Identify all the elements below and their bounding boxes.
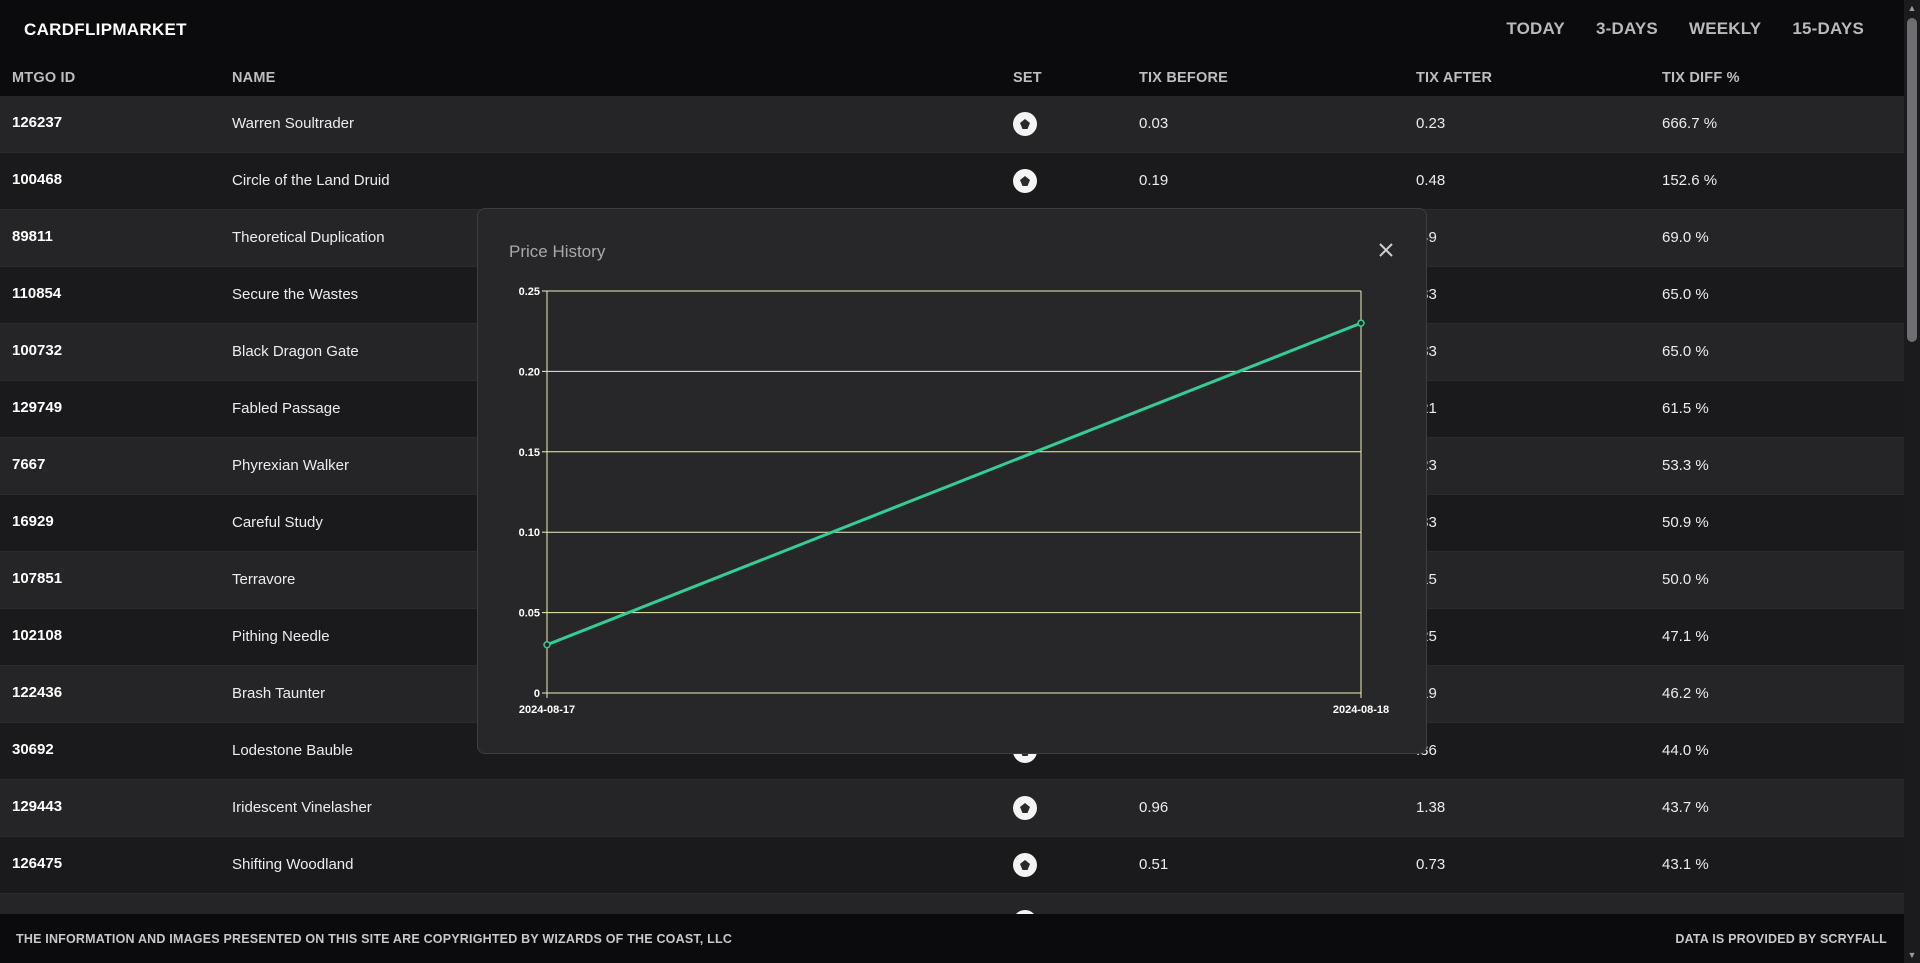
cell-mtgo-id: 102108	[12, 627, 63, 644]
cell-card-name[interactable]: Warren Soultrader	[232, 115, 354, 132]
column-header-name[interactable]: NAME	[232, 70, 276, 86]
cell-card-name[interactable]: Theoretical Duplication	[232, 229, 385, 246]
set-symbol-icon	[1013, 853, 1037, 877]
nav-weekly[interactable]: WEEKLY	[1689, 19, 1761, 39]
cell-card-name[interactable]: Fabled Passage	[232, 400, 340, 417]
cell-mtgo-id: 16929	[12, 513, 54, 530]
cell-mtgo-id: 7667	[12, 456, 46, 473]
nav-3-days[interactable]: 3-DAYS	[1596, 19, 1658, 39]
cell-tix-diff: 43.7 %	[1662, 799, 1709, 816]
cell-mtgo-id: 129749	[12, 399, 63, 416]
cell-tix-diff: 50.0 %	[1662, 571, 1709, 588]
cell-card-name[interactable]: Shifting Woodland	[232, 856, 353, 873]
y-tick-label: 0	[534, 688, 540, 700]
cell-tix-after: 1.38	[1416, 799, 1446, 816]
cell-mtgo-id: 126237	[12, 114, 63, 131]
y-tick-label: 0.15	[519, 447, 540, 459]
table-header: MTGO ID NAME SET TIX BEFORE TIX AFTER TI…	[0, 58, 1904, 96]
cell-tix-after: 0.48	[1416, 172, 1446, 189]
cell-tix-before: 0.19	[1139, 172, 1169, 189]
column-header-tix-diff[interactable]: TIX DIFF %	[1662, 70, 1740, 86]
column-header-mtgo-id[interactable]: MTGO ID	[12, 70, 75, 86]
copyright-notice: THE INFORMATION AND IMAGES PRESENTED ON …	[16, 932, 733, 946]
cell-mtgo-id: 89811	[12, 228, 53, 245]
nav-15-days[interactable]: 15-DAYS	[1792, 19, 1864, 39]
table-row[interactable]: 126237 Warren Soultrader 0.03 0.23 666.7 %	[0, 96, 1904, 153]
cell-mtgo-id: 126475	[12, 855, 63, 872]
cell-tix-diff: 53.3 %	[1662, 457, 1709, 474]
cell-tix-diff: 666.7 %	[1662, 115, 1718, 132]
data-point	[1357, 319, 1365, 327]
scrollbar-thumb[interactable]	[1907, 18, 1917, 342]
cell-tix-diff: 69.0 %	[1662, 229, 1709, 246]
cell-mtgo-id: 129443	[12, 798, 63, 815]
cell-card-name[interactable]: Brash Taunter	[232, 685, 325, 702]
period-nav: TODAY 3-DAYS WEEKLY 15-DAYS	[1506, 19, 1864, 39]
scroll-up-arrow-icon[interactable]: ▲	[1904, 0, 1920, 16]
cell-tix-after: 0.23	[1416, 115, 1446, 132]
cell-tix-diff: 65.0 %	[1662, 343, 1709, 360]
cell-mtgo-id: 110854	[12, 285, 62, 302]
data-source-notice: DATA IS PROVIDED BY SCRYFALL	[1675, 932, 1887, 946]
cell-tix-diff: 50.9 %	[1662, 514, 1709, 531]
cell-mtgo-id: 30692	[12, 741, 54, 758]
nav-today[interactable]: TODAY	[1506, 19, 1565, 39]
cell-card-name[interactable]: Iridescent Vinelasher	[232, 799, 372, 816]
page: CARDFLIPMARKET TODAY 3-DAYS WEEKLY 15-DA…	[0, 0, 1920, 963]
cell-card-name[interactable]: Careful Study	[232, 514, 323, 531]
cell-tix-diff: 43.1 %	[1662, 856, 1709, 873]
x-tick-label: 2024-08-17	[519, 704, 575, 716]
cell-mtgo-id: 107851	[12, 570, 63, 587]
cell-tix-before: 0.51	[1139, 856, 1169, 873]
cell-card-name[interactable]: Secure the Wastes	[232, 286, 358, 303]
cell-card-name[interactable]: Phyrexian Walker	[232, 457, 349, 474]
data-point	[543, 641, 551, 649]
table-row[interactable]: 100468 Circle of the Land Druid 0.19 0.48 15…	[0, 153, 1904, 210]
cell-tix-diff: 47.1 %	[1662, 628, 1709, 645]
y-tick-label: 0.10	[519, 527, 540, 539]
cell-tix-diff: 65.0 %	[1662, 286, 1709, 303]
set-symbol-icon	[1013, 112, 1037, 136]
cell-card-name[interactable]: Terravore	[232, 571, 295, 588]
cell-tix-before: 0.96	[1139, 799, 1169, 816]
cell-tix-after: 0.73	[1416, 856, 1446, 873]
x-tick-label: 2024-08-18	[1333, 704, 1389, 716]
cell-mtgo-id: 100468	[12, 171, 63, 188]
cell-tix-diff: 44.0 %	[1662, 742, 1709, 759]
column-header-set[interactable]: SET	[1013, 70, 1042, 86]
cell-tix-diff: 61.5 %	[1662, 400, 1709, 417]
cell-card-name[interactable]: Lodestone Bauble	[232, 742, 353, 759]
set-symbol-icon	[1013, 796, 1037, 820]
table-row[interactable]: 126475 Shifting Woodland 0.51 0.73 43.1 %	[0, 837, 1904, 894]
cell-mtgo-id: 100732	[12, 342, 63, 359]
price-history-chart: 0 0.05 0.10 0.15 0.20 0.25 2024-08-17 2024-08-1…	[519, 286, 1390, 716]
cell-tix-diff: 152.6 %	[1662, 172, 1718, 189]
cell-card-name[interactable]: Pithing Needle	[232, 628, 330, 645]
cell-tix-diff: 46.2 %	[1662, 685, 1709, 702]
cell-card-name[interactable]: Black Dragon Gate	[232, 343, 359, 360]
set-symbol-icon	[1013, 169, 1037, 193]
price-history-modal: Price History 0 0.05 0.10 0.15 0.20 0.25 2024-…	[477, 208, 1427, 754]
table-row[interactable]: 129443 Iridescent Vinelasher 0.96 1.38 43.7 …	[0, 780, 1904, 837]
column-header-tix-after[interactable]: TIX AFTER	[1416, 70, 1492, 86]
footer: THE INFORMATION AND IMAGES PRESENTED ON …	[0, 914, 1904, 963]
y-tick-label: 0.25	[519, 286, 540, 298]
brand-logo[interactable]: CARDFLIPMARKET	[24, 20, 187, 40]
cell-tix-before: 0.03	[1139, 115, 1169, 132]
cell-mtgo-id: 122436	[12, 684, 63, 701]
top-navbar: CARDFLIPMARKET TODAY 3-DAYS WEEKLY 15-DA…	[0, 0, 1904, 58]
scroll-down-arrow-icon[interactable]: ▼	[1904, 947, 1920, 963]
vertical-scrollbar[interactable]: ▲ ▼	[1904, 0, 1920, 963]
column-header-tix-before[interactable]: TIX BEFORE	[1139, 70, 1228, 86]
cell-card-name[interactable]: Circle of the Land Druid	[232, 172, 390, 189]
y-tick-label: 0.20	[519, 366, 540, 378]
y-tick-label: 0.05	[519, 608, 540, 620]
